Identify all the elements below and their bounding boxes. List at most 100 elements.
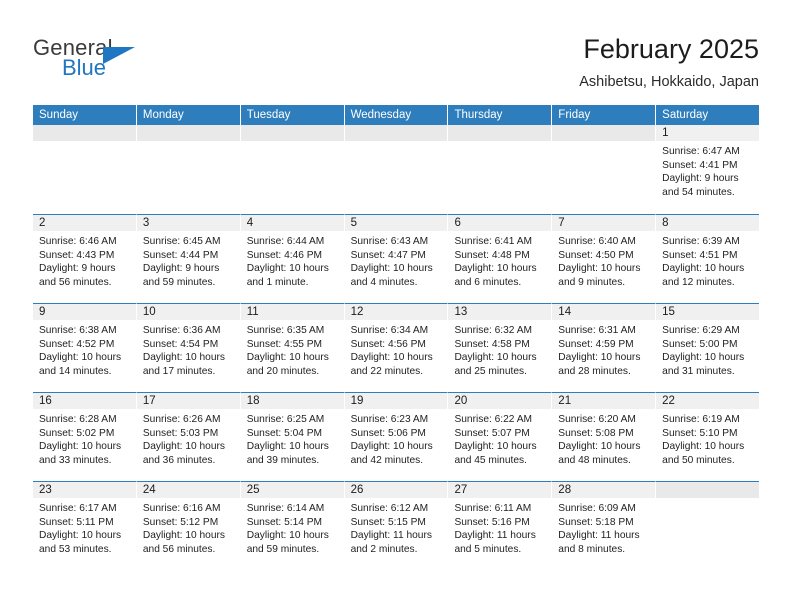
day-info: Sunrise: 6:32 AM Sunset: 4:58 PM Daylight:… [448, 320, 551, 378]
calendar-day-cell[interactable]: 23 Sunrise: 6:17 AM Sunset: 5:11 PM Dayligh… [33, 481, 137, 570]
daylight-text: Daylight: 11 hours and 5 minutes. [454, 530, 536, 555]
sunrise-text: Sunrise: 6:44 AM [246, 236, 325, 247]
calendar-day-cell[interactable]: 18 Sunrise: 6:25 AM Sunset: 5:04 PM Dayligh… [240, 392, 345, 481]
calendar-weeks: 1 Sunrise: 6:47 AM Sunset: 4:41 PM Daylight… [33, 125, 760, 570]
day-number [656, 482, 760, 498]
calendar-day-cell[interactable]: 7 Sunrise: 6:40 AM Sunset: 4:50 PM Daylight… [552, 214, 657, 303]
sunset-text: Sunset: 5:02 PM [39, 427, 115, 439]
calendar-cell-empty [136, 125, 241, 214]
day-number: 6 [448, 215, 552, 231]
calendar-day-cell[interactable]: 4 Sunrise: 6:44 AM Sunset: 4:46 PM Daylight… [240, 214, 345, 303]
calendar-day-cell[interactable]: 9 Sunrise: 6:38 AM Sunset: 4:52 PM Daylight… [33, 303, 137, 392]
sunrise-text: Sunrise: 6:20 AM [558, 414, 636, 425]
calendar-day-cell[interactable]: 13 Sunrise: 6:32 AM Sunset: 4:58 PM Dayligh… [448, 303, 553, 392]
daylight-text: Daylight: 10 hours and 56 minutes. [142, 530, 225, 555]
day-number: 7 [552, 215, 656, 231]
calendar-week-row: 2 Sunrise: 6:46 AM Sunset: 4:43 PM Daylight… [33, 214, 760, 303]
day-number: 26 [344, 482, 448, 498]
day-number: 22 [656, 393, 760, 409]
sunrise-text: Sunrise: 6:39 AM [662, 236, 740, 247]
sunset-text: Sunset: 4:47 PM [350, 249, 426, 261]
calendar-day-cell[interactable]: 15 Sunrise: 6:29 AM Sunset: 5:00 PM Dayligh… [656, 303, 760, 392]
calendar-day-cell[interactable]: 21 Sunrise: 6:20 AM Sunset: 5:08 PM Dayligh… [552, 392, 657, 481]
day-number: 16 [33, 393, 136, 409]
calendar-day-cell[interactable]: 14 Sunrise: 6:31 AM Sunset: 4:59 PM Dayligh… [552, 303, 657, 392]
sunrise-text: Sunrise: 6:16 AM [142, 503, 221, 514]
daylight-text: Daylight: 10 hours and 31 minutes. [662, 352, 745, 377]
calendar-day-cell[interactable]: 25 Sunrise: 6:14 AM Sunset: 5:14 PM Dayligh… [240, 481, 345, 570]
daylight-text: Daylight: 10 hours and 33 minutes. [39, 441, 122, 466]
daylight-text: Daylight: 10 hours and 9 minutes. [558, 263, 641, 288]
calendar-day-cell[interactable]: 17 Sunrise: 6:26 AM Sunset: 5:03 PM Dayligh… [136, 392, 241, 481]
day-info: Sunrise: 6:23 AM Sunset: 5:06 PM Daylight:… [345, 409, 448, 467]
calendar-week-row: 9 Sunrise: 6:38 AM Sunset: 4:52 PM Daylight… [33, 303, 760, 392]
day-info: Sunrise: 6:11 AM Sunset: 5:16 PM Daylight:… [448, 498, 551, 556]
calendar-day-cell[interactable]: 6 Sunrise: 6:41 AM Sunset: 4:48 PM Daylight… [448, 214, 553, 303]
daylight-text: Daylight: 9 hours and 56 minutes. [39, 263, 116, 288]
calendar-week-row: 16 Sunrise: 6:28 AM Sunset: 5:02 PM Dayligh… [33, 392, 760, 481]
calendar-day-cell[interactable]: 20 Sunrise: 6:22 AM Sunset: 5:07 PM Dayligh… [448, 392, 553, 481]
calendar-day-cell[interactable]: 8 Sunrise: 6:39 AM Sunset: 4:51 PM Daylight… [656, 214, 760, 303]
daylight-text: Daylight: 10 hours and 6 minutes. [454, 263, 537, 288]
day-info: Sunrise: 6:36 AM Sunset: 4:54 PM Daylight:… [137, 320, 240, 378]
day-info: Sunrise: 6:19 AM Sunset: 5:10 PM Daylight:… [656, 409, 759, 467]
calendar-cell-empty [656, 481, 760, 570]
calendar-day-cell[interactable]: 28 Sunrise: 6:09 AM Sunset: 5:18 PM Dayligh… [552, 481, 657, 570]
sunset-text: Sunset: 5:14 PM [246, 516, 323, 528]
daylight-text: Daylight: 9 hours and 59 minutes. [142, 263, 220, 288]
calendar-day-cell[interactable]: 24 Sunrise: 6:16 AM Sunset: 5:12 PM Dayligh… [136, 481, 241, 570]
weekday-header-tuesday: Tuesday [240, 105, 345, 125]
calendar-cell-empty [344, 125, 449, 214]
page-subtitle: Ashibetsu, Hokkaido, Japan [579, 74, 759, 90]
day-number: 23 [33, 482, 136, 498]
day-info: Sunrise: 6:46 AM Sunset: 4:43 PM Daylight:… [33, 231, 136, 289]
sunrise-text: Sunrise: 6:34 AM [350, 325, 429, 336]
daylight-text: Daylight: 10 hours and 20 minutes. [246, 352, 329, 377]
day-info: Sunrise: 6:39 AM Sunset: 4:51 PM Daylight:… [656, 231, 759, 289]
sunset-text: Sunset: 4:56 PM [350, 338, 426, 350]
day-info: Sunrise: 6:29 AM Sunset: 5:00 PM Daylight:… [656, 320, 759, 378]
sunset-text: Sunset: 5:18 PM [558, 516, 634, 528]
sunset-text: Sunset: 5:10 PM [662, 427, 738, 439]
day-info: Sunrise: 6:22 AM Sunset: 5:07 PM Daylight:… [448, 409, 551, 467]
calendar-day-cell[interactable]: 12 Sunrise: 6:34 AM Sunset: 4:56 PM Dayligh… [344, 303, 449, 392]
calendar-day-cell[interactable]: 22 Sunrise: 6:19 AM Sunset: 5:10 PM Dayligh… [656, 392, 760, 481]
sunset-text: Sunset: 5:08 PM [558, 427, 634, 439]
day-number: 13 [448, 304, 552, 320]
day-number [448, 125, 552, 141]
weekday-header-thursday: Thursday [448, 105, 553, 125]
calendar-day-cell[interactable]: 5 Sunrise: 6:43 AM Sunset: 4:47 PM Daylight… [344, 214, 449, 303]
sunrise-text: Sunrise: 6:45 AM [142, 236, 221, 247]
calendar-week-row: 23 Sunrise: 6:17 AM Sunset: 5:11 PM Dayligh… [33, 481, 760, 570]
day-number [136, 125, 240, 141]
sunrise-text: Sunrise: 6:43 AM [350, 236, 429, 247]
weekday-header-friday: Friday [552, 105, 657, 125]
calendar-day-cell[interactable]: 1 Sunrise: 6:47 AM Sunset: 4:41 PM Daylight… [656, 125, 760, 214]
sunrise-text: Sunrise: 6:40 AM [558, 236, 636, 247]
calendar-day-cell[interactable]: 2 Sunrise: 6:46 AM Sunset: 4:43 PM Daylight… [33, 214, 137, 303]
daylight-text: Daylight: 9 hours and 54 minutes. [662, 173, 739, 198]
day-number: 28 [552, 482, 656, 498]
sunrise-text: Sunrise: 6:46 AM [39, 236, 117, 247]
day-info: Sunrise: 6:47 AM Sunset: 4:41 PM Daylight:… [656, 141, 759, 199]
calendar-day-cell[interactable]: 11 Sunrise: 6:35 AM Sunset: 4:55 PM Dayligh… [240, 303, 345, 392]
daylight-text: Daylight: 10 hours and 17 minutes. [142, 352, 225, 377]
calendar-grid: Sunday Monday Tuesday Wednesday Thursday Frid… [33, 105, 760, 570]
day-number [33, 125, 136, 141]
sunrise-text: Sunrise: 6:25 AM [246, 414, 325, 425]
weekday-header-row: Sunday Monday Tuesday Wednesday Thursday Frid… [33, 105, 760, 125]
daylight-text: Daylight: 10 hours and 12 minutes. [662, 263, 745, 288]
calendar-day-cell[interactable]: 3 Sunrise: 6:45 AM Sunset: 4:44 PM Daylight… [136, 214, 241, 303]
calendar-day-cell[interactable]: 27 Sunrise: 6:11 AM Sunset: 5:16 PM Dayligh… [448, 481, 553, 570]
calendar-day-cell[interactable]: 10 Sunrise: 6:36 AM Sunset: 4:54 PM Dayligh… [136, 303, 241, 392]
calendar-day-cell[interactable]: 16 Sunrise: 6:28 AM Sunset: 5:02 PM Dayligh… [33, 392, 137, 481]
sunrise-text: Sunrise: 6:32 AM [454, 325, 533, 336]
calendar-day-cell[interactable]: 19 Sunrise: 6:23 AM Sunset: 5:06 PM Dayligh… [344, 392, 449, 481]
daylight-text: Daylight: 10 hours and 36 minutes. [142, 441, 225, 466]
day-number: 25 [240, 482, 344, 498]
calendar-day-cell[interactable]: 26 Sunrise: 6:12 AM Sunset: 5:15 PM Dayligh… [344, 481, 449, 570]
sunrise-text: Sunrise: 6:26 AM [142, 414, 221, 425]
general-blue-logo[interactable]: General Blue [33, 33, 283, 93]
sunset-text: Sunset: 4:59 PM [558, 338, 634, 350]
sunrise-text: Sunrise: 6:38 AM [39, 325, 117, 336]
